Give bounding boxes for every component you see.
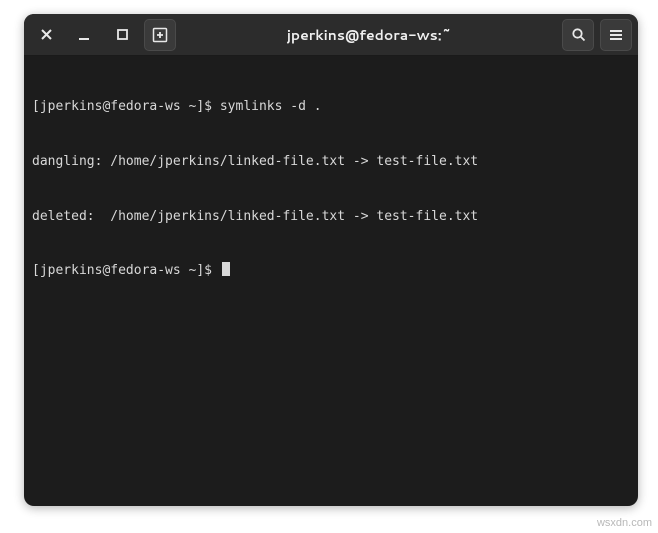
terminal-line: deleted: /home/jperkins/linked-file.txt … xyxy=(32,208,630,226)
hamburger-menu-button[interactable] xyxy=(600,19,632,51)
terminal-window: jperkins@fedora-ws:~ [jperkins@fedora-ws… xyxy=(24,14,638,506)
minimize-button[interactable] xyxy=(68,19,100,51)
search-button[interactable] xyxy=(562,19,594,51)
window-title: jperkins@fedora-ws:~ xyxy=(182,25,556,45)
terminal-line: [jperkins@fedora-ws ~]$ symlinks -d . xyxy=(32,98,630,116)
command: symlinks -d . xyxy=(220,99,322,114)
close-button[interactable] xyxy=(30,19,62,51)
new-tab-button[interactable] xyxy=(144,19,176,51)
terminal-line: [jperkins@fedora-ws ~]$ xyxy=(32,262,630,280)
terminal-body[interactable]: [jperkins@fedora-ws ~]$ symlinks -d . da… xyxy=(24,56,638,323)
watermark: wsxdn.com xyxy=(597,517,652,529)
prompt: [jperkins@fedora-ws ~]$ xyxy=(32,99,220,114)
maximize-button[interactable] xyxy=(106,19,138,51)
titlebar: jperkins@fedora-ws:~ xyxy=(24,14,638,56)
cursor-icon xyxy=(222,262,230,276)
terminal-line: dangling: /home/jperkins/linked-file.txt… xyxy=(32,153,630,171)
prompt: [jperkins@fedora-ws ~]$ xyxy=(32,263,220,278)
titlebar-right-controls xyxy=(562,19,632,51)
